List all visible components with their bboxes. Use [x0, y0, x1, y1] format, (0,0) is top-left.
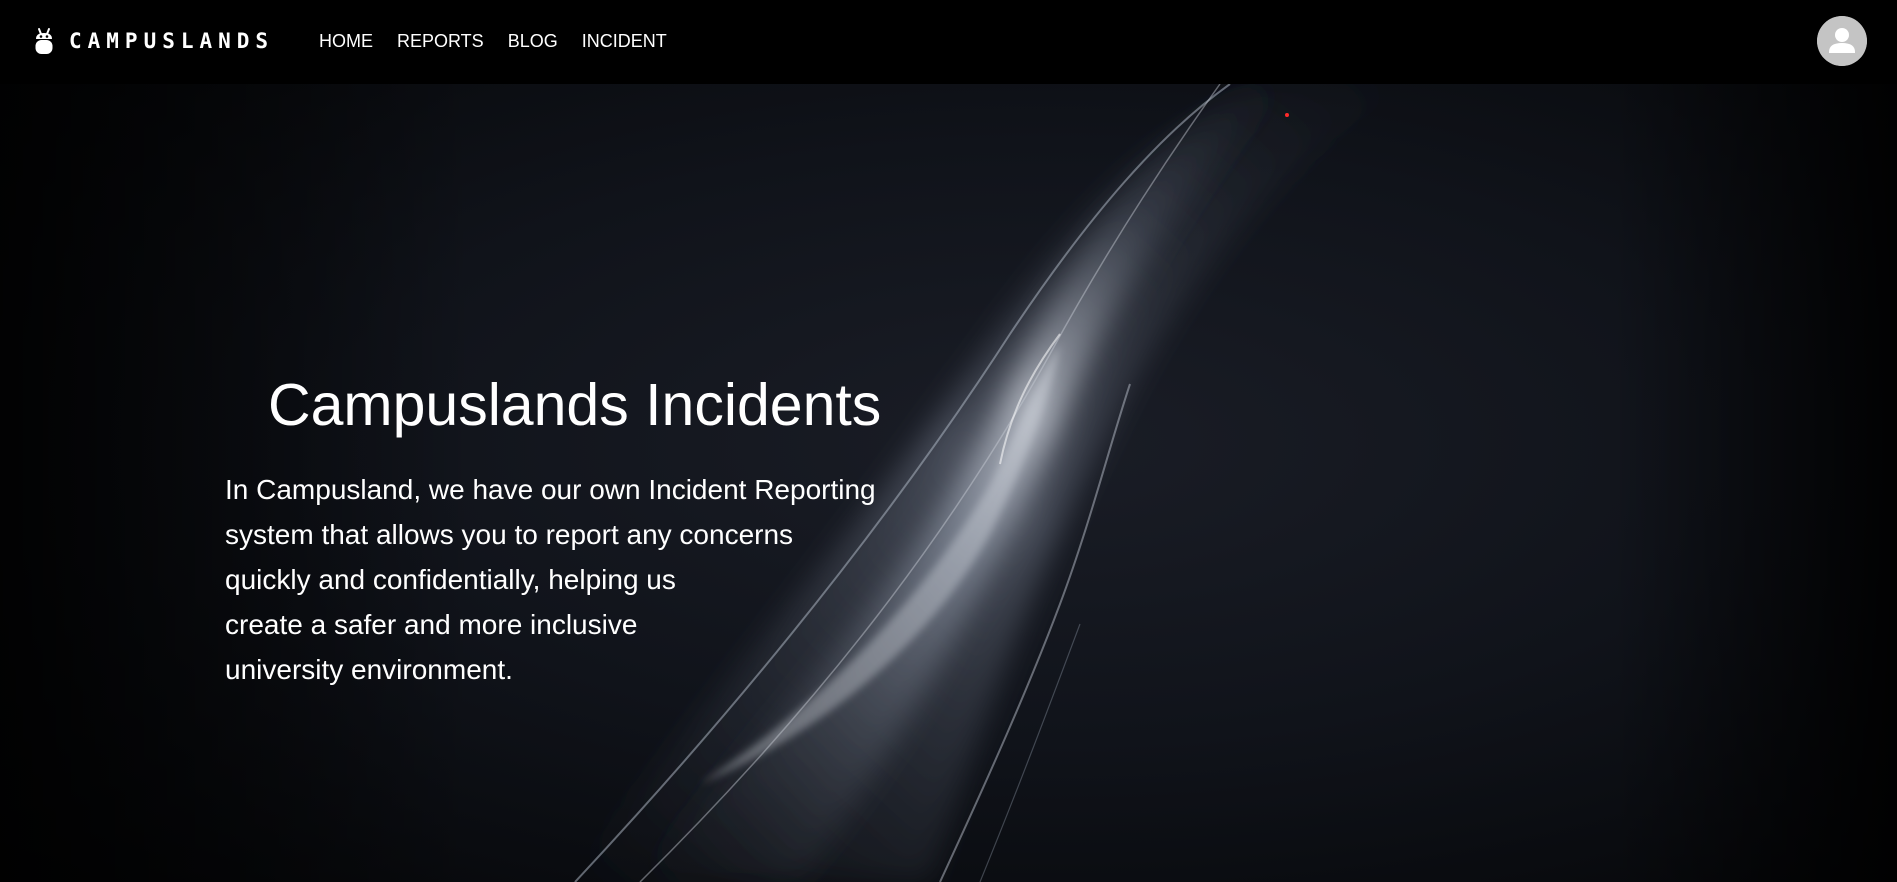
hero-description-line: system that allows you to report any con… [225, 519, 794, 550]
hero-description-line: university environment. [225, 654, 513, 685]
hero-description-line: create a safer and more inclusive [225, 609, 638, 640]
brand-name: CAMPUSLANDS [69, 29, 275, 53]
user-avatar-button[interactable] [1817, 16, 1867, 66]
hero-section: Campuslands Incidents In Campusland, we … [0, 84, 1897, 882]
page: CAMPUSLANDS HOME REPORTS BLOG INCIDENT C… [0, 0, 1897, 882]
nav-blog-link[interactable]: BLOG [508, 29, 558, 53]
hero-description-line: quickly and confidentially, helping us [225, 564, 676, 595]
nav-home-link[interactable]: HOME [319, 29, 373, 53]
accent-dot [1285, 113, 1289, 117]
main-nav: HOME REPORTS BLOG INCIDENT [319, 29, 691, 53]
hero-description-line: In Campusland, we have our own Incident … [225, 474, 876, 505]
bug-robot-icon [35, 28, 53, 54]
top-navbar: CAMPUSLANDS HOME REPORTS BLOG INCIDENT [0, 0, 1897, 84]
brand[interactable]: CAMPUSLANDS [33, 26, 274, 56]
nav-incident-link[interactable]: INCIDENT [582, 29, 667, 53]
user-avatar-icon [1817, 16, 1867, 66]
hero-title: Campuslands Incidents [268, 372, 882, 438]
hero-description: In Campusland, we have our own Incident … [225, 467, 985, 692]
nav-reports-link[interactable]: REPORTS [397, 29, 484, 53]
